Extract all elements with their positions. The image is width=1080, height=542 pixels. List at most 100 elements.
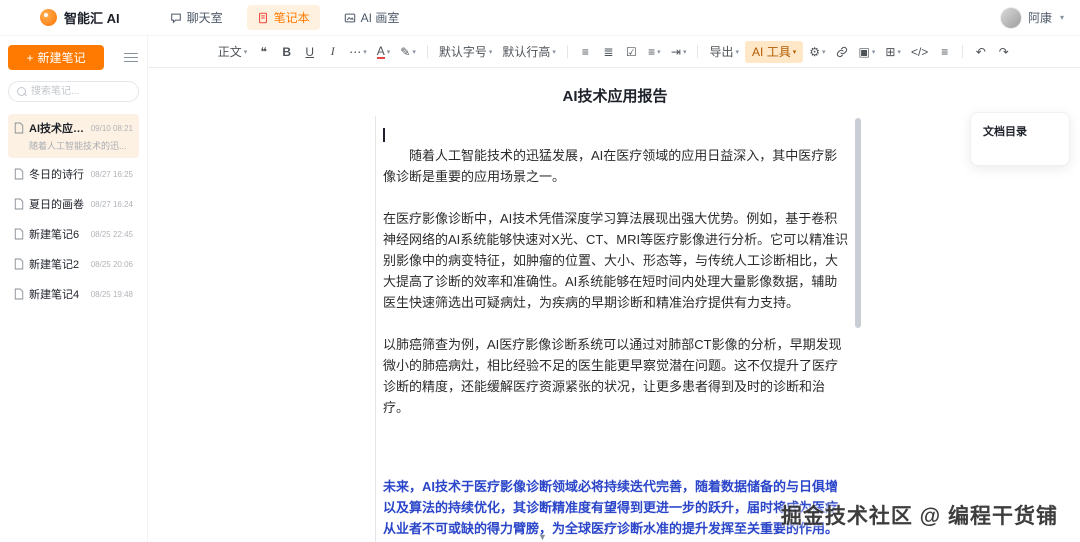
note-list-item[interactable]: 新建笔记4 08/25 19:48 (8, 280, 139, 308)
user-menu[interactable]: 阿康 ▾ (999, 6, 1064, 29)
chevron-down-icon: ▾ (243, 48, 248, 56)
table-icon: ⊞ (885, 44, 896, 59)
note-title: 新建笔记2 (29, 259, 80, 271)
indent-icon: ⇥ (670, 44, 681, 59)
search-input[interactable] (8, 81, 139, 102)
image-button[interactable]: ▣ ▾ (855, 41, 880, 63)
editor-area: AI技术应用报告 随着人工智能技术的迅猛发展，AI在医疗领域的应用日益深入，其中… (148, 68, 1080, 542)
font-size-select[interactable]: 默认字号 ▾ (435, 41, 497, 63)
align-icon: ≡ (648, 44, 656, 59)
underline-button[interactable]: U (299, 41, 320, 63)
code-button[interactable]: </> (907, 41, 932, 63)
nav-item-ai-studio[interactable]: AI 画室 (334, 5, 410, 30)
paragraph-style-value: 正文 (217, 45, 242, 59)
note-list-item[interactable]: 夏日的画卷 08/27 16:24 (8, 190, 139, 218)
italic-button[interactable]: I (322, 41, 343, 63)
main-area: 正文 ▾ ❝ B U I ⋯ ▾ A ▾ ✎ ▾ 默认字号 ▾ 默认行高 ▾ ≡ ≣ ☑ ≡… (148, 36, 1080, 542)
editor-scrollbar[interactable] (855, 116, 861, 538)
line-height-select[interactable]: 默认行高 ▾ (498, 41, 560, 63)
app-logo[interactable]: 智能汇 AI (40, 8, 120, 27)
collapse-sidebar-icon[interactable] (123, 52, 139, 64)
note-list-item[interactable]: 新建笔记2 08/25 20:06 (8, 250, 139, 278)
chat-icon (170, 13, 181, 24)
export-label: 导出 (709, 45, 734, 59)
editor-toolbar: 正文 ▾ ❝ B U I ⋯ ▾ A ▾ ✎ ▾ 默认字号 ▾ 默认行高 ▾ ≡ ≣ ☑ ≡… (148, 36, 1080, 68)
redo-button[interactable]: ↷ (993, 41, 1014, 63)
chevron-down-icon: ▾ (488, 48, 493, 56)
text-cursor (383, 127, 385, 142)
new-note-button[interactable]: + 新建笔记 (8, 45, 104, 70)
line-height-value: 默认行高 (502, 45, 551, 59)
nav-item-chat[interactable]: 聊天室 (160, 5, 233, 30)
chevron-down-icon: ▾ (682, 48, 687, 56)
paragraph-style-select[interactable]: 正文 ▾ (214, 41, 252, 63)
ai-tools-button[interactable]: AI 工具 ▾ (745, 40, 804, 63)
scroll-down-indicator[interactable]: ▼ (538, 532, 547, 542)
more-icon: ⋯ (349, 44, 362, 59)
note-list-item[interactable]: 冬日的诗行 08/27 16:25 (8, 160, 139, 188)
sidebar-header: + 新建笔记 (8, 45, 139, 70)
link-button[interactable] (832, 41, 853, 63)
image-icon: ▣ (858, 44, 870, 59)
task-list-button[interactable]: ☑ (621, 41, 642, 63)
chevron-down-icon: ▾ (657, 48, 661, 56)
settings-button[interactable]: ⚙ ▾ (805, 41, 829, 63)
nav-item-label: 笔记本 (273, 11, 310, 25)
task-list-icon: ☑ (626, 44, 637, 59)
export-button[interactable]: 导出 ▾ (705, 41, 743, 63)
app: 智能汇 AI 聊天室 笔记本 AI 画室 阿康 ▾ + 新建笔记 搜索笔记...… (0, 0, 1080, 542)
paragraph: 随着人工智能技术的迅猛发展，AI在医疗领域的应用日益深入，其中医疗影像诊断是重要… (383, 148, 838, 184)
bullet-list-button[interactable]: ≡ (575, 41, 596, 63)
bold-button[interactable]: B (276, 41, 297, 63)
top-navbar: 智能汇 AI 聊天室 笔记本 AI 画室 阿康 ▾ (0, 0, 1080, 36)
outline-panel[interactable]: 文档目录 (970, 112, 1070, 166)
note-list-item[interactable]: AI技术应用报告 09/10 08:21 随着人工智能技术的迅... (8, 114, 139, 158)
chevron-down-icon: ▾ (412, 48, 416, 56)
toolbar-divider (426, 45, 428, 58)
italic-icon: I (330, 44, 335, 58)
align-select[interactable]: ≡ ▾ (644, 41, 665, 63)
note-title: 夏日的画卷 (29, 199, 84, 211)
highlight-button[interactable]: ✎ ▾ (396, 41, 420, 63)
document-icon (14, 288, 24, 300)
ordered-list-button[interactable]: ≣ (598, 41, 619, 63)
paragraph: 以肺癌筛查为例，AI医疗影像诊断系统可以通过对肺部CT影像的分析，早期发现微小的… (383, 337, 842, 415)
menu-icon: ≡ (941, 44, 949, 59)
toolbar-divider (566, 45, 568, 58)
user-name: 阿康 (1027, 11, 1052, 25)
notebook-icon (258, 12, 267, 23)
ai-tools-label: AI 工具 (752, 45, 791, 59)
undo-button[interactable]: ↶ (970, 41, 991, 63)
more-menu-button[interactable]: ≡ (934, 41, 955, 63)
document-title: AI技术应用报告 (562, 88, 668, 105)
note-date: 08/27 16:25 (90, 169, 133, 179)
toolbar-divider (697, 45, 699, 58)
logo-icon (40, 9, 57, 26)
chevron-down-icon: ▾ (386, 48, 391, 56)
new-note-label: 新建笔记 (37, 51, 86, 65)
document-body[interactable]: 随着人工智能技术的迅猛发展，AI在医疗领域的应用日益深入，其中医疗影像诊断是重要… (375, 116, 855, 542)
gear-icon: ⚙ (809, 44, 820, 59)
nav-item-notebook[interactable]: 笔记本 (246, 5, 320, 30)
document-icon (14, 168, 24, 180)
note-date: 08/27 16:24 (90, 199, 133, 209)
indent-select[interactable]: ⇥ ▾ (667, 41, 691, 63)
chevron-down-icon: ▾ (821, 48, 826, 56)
paragraph-highlighted: 未来，AI技术于医疗影像诊断领域必将持续迭代完善，随着数据储备的与日俱增以及算法… (383, 479, 839, 536)
note-date: 08/25 19:48 (90, 289, 133, 299)
chevron-down-icon: ▾ (363, 48, 367, 56)
scrollbar-thumb[interactable] (855, 118, 861, 328)
font-color-button[interactable]: A ▾ (373, 41, 395, 63)
note-date: 08/25 22:45 (90, 229, 133, 239)
more-format-button[interactable]: ⋯ ▾ (345, 41, 371, 63)
text-cursor-line (383, 124, 849, 145)
table-button[interactable]: ⊞ ▾ (881, 41, 905, 63)
paint-icon (344, 13, 355, 22)
note-title: AI技术应用报告 (29, 123, 86, 135)
blockquote-button[interactable]: ❝ (253, 41, 274, 63)
note-title: 新建笔记4 (29, 289, 80, 301)
toolbar-divider (962, 45, 964, 58)
note-list-item[interactable]: 新建笔记6 08/25 22:45 (8, 220, 139, 248)
underline-icon: U (305, 44, 315, 59)
document-icon (14, 198, 24, 210)
